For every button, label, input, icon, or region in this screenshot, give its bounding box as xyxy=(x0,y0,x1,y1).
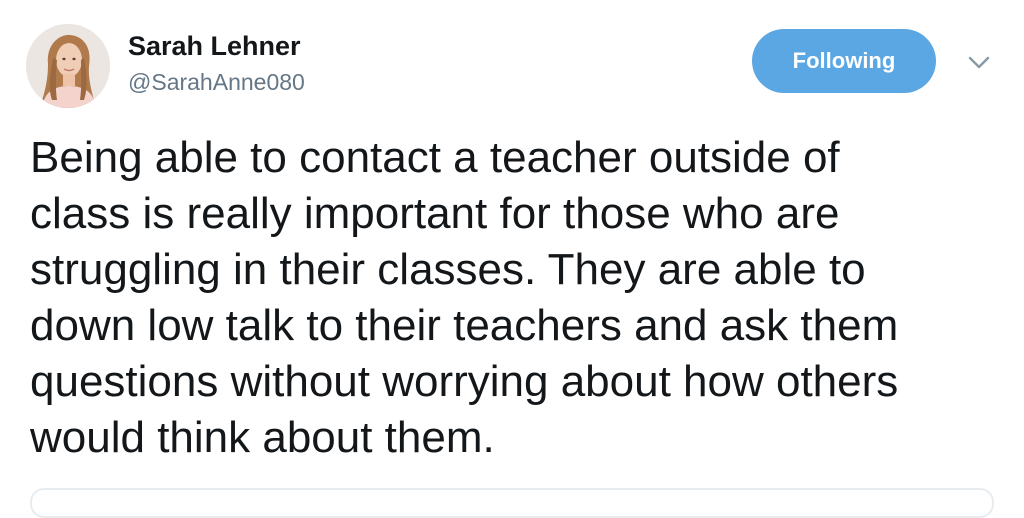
author-display-name[interactable]: Sarah Lehner xyxy=(128,30,301,62)
quoted-card-edge xyxy=(30,488,994,518)
tweet-menu-button[interactable] xyxy=(966,52,992,72)
chevron-down-icon xyxy=(968,56,990,69)
tweet-text: Being able to contact a teacher outside … xyxy=(30,133,899,462)
avatar[interactable] xyxy=(26,24,110,108)
tweet-card: Sarah Lehner @SarahAnne080 Following Bei… xyxy=(0,0,1024,518)
following-button[interactable]: Following xyxy=(752,29,936,93)
author-handle[interactable]: @SarahAnne080 xyxy=(128,68,305,96)
avatar-photo-icon xyxy=(26,24,110,108)
